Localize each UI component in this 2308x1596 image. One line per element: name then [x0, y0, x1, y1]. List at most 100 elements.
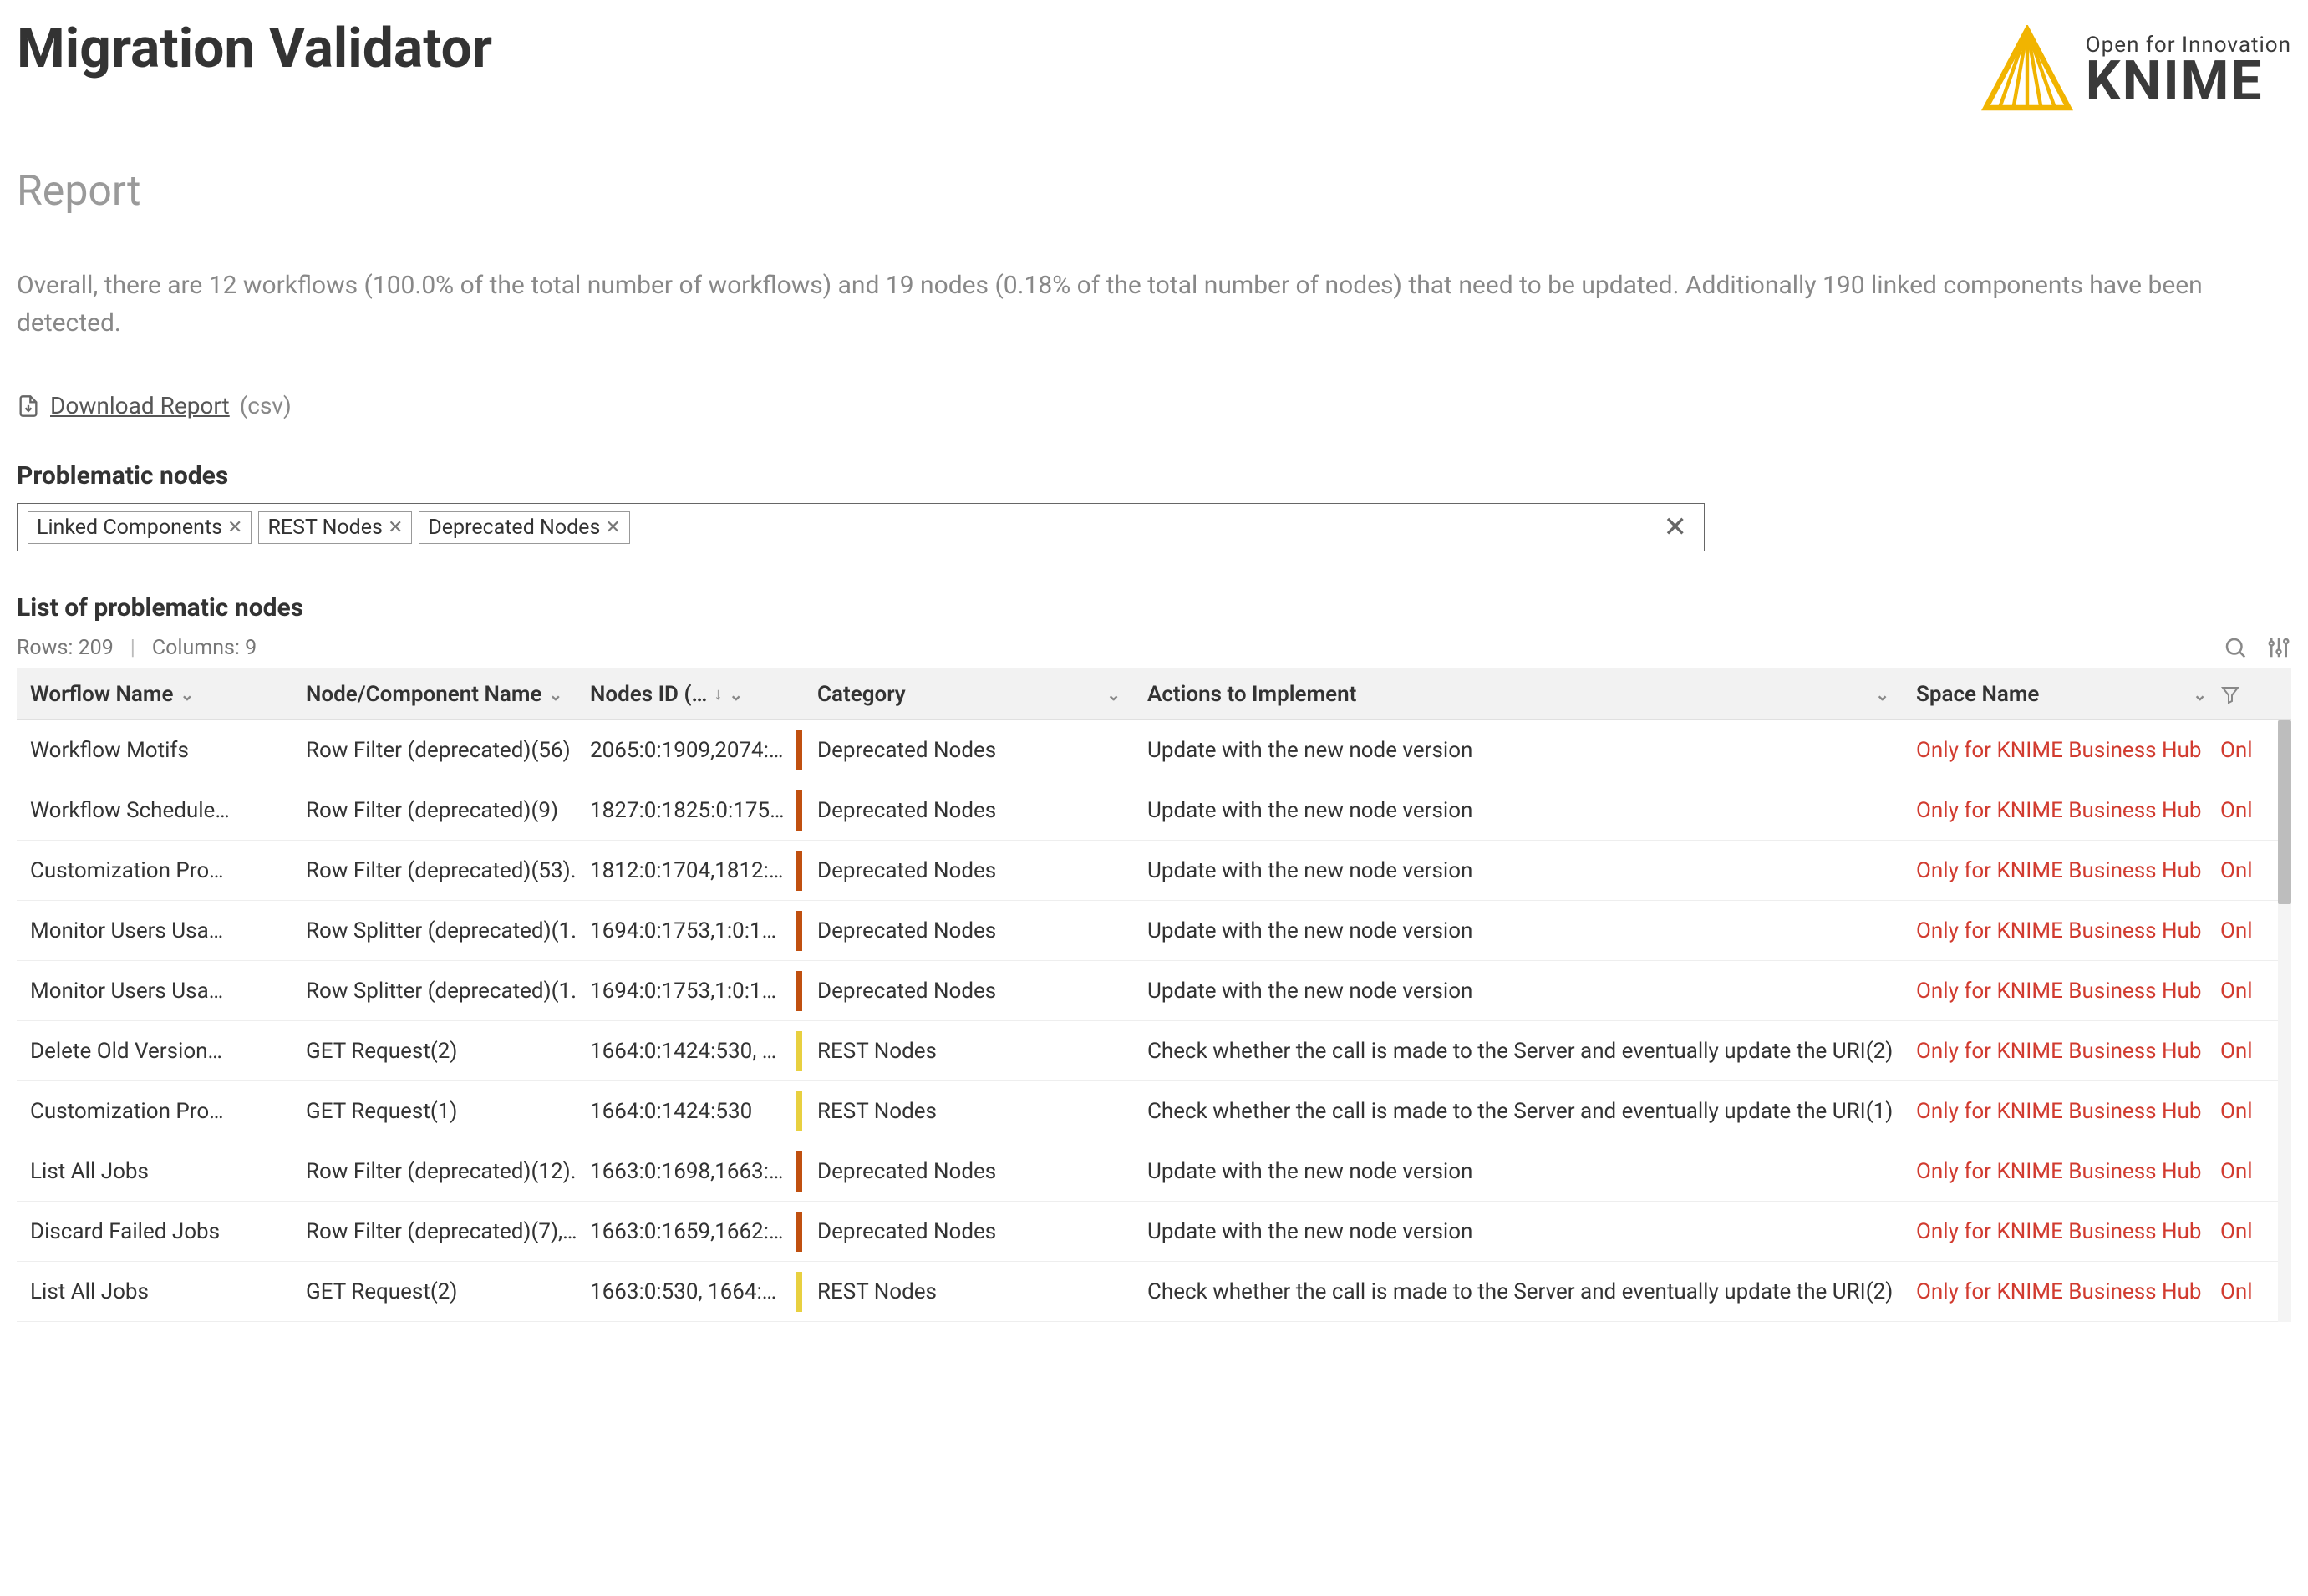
download-report-link[interactable]: Download Report	[50, 392, 230, 419]
cell-ids: 1664:0:1424:530	[577, 1099, 794, 1124]
cell-ids: 1663:0:1698,1663:…	[577, 1159, 794, 1184]
chip-label: REST Nodes	[267, 516, 382, 540]
knime-logo-icon	[1981, 25, 2073, 117]
chevron-down-icon: ⌄	[2193, 684, 2207, 704]
cell-ids: 2065:0:1909,2074:…	[577, 738, 794, 763]
cell-action: Update with the new node version	[1134, 1159, 1903, 1184]
scrollbar-thumb[interactable]	[2278, 720, 2291, 904]
meta-separator: |	[130, 636, 135, 660]
cell-action: Update with the new node version	[1134, 858, 1903, 883]
col-category[interactable]: Category⌄	[804, 682, 1134, 707]
cell-action: Update with the new node version	[1134, 798, 1903, 823]
close-icon[interactable]: ✕	[388, 517, 403, 538]
table-row[interactable]: List All JobsRow Filter (deprecated)(12)…	[17, 1141, 2291, 1202]
cell-category: Deprecated Nodes	[804, 978, 1134, 1004]
cell-space: Only for KNIME Business Hub	[1903, 1159, 2220, 1184]
cell-node: Row Filter (deprecated)(56)	[292, 738, 577, 763]
cell-category: REST Nodes	[804, 1099, 1134, 1124]
cell-category: Deprecated Nodes	[804, 1219, 1134, 1244]
close-icon[interactable]: ✕	[227, 517, 242, 538]
report-heading: Report	[17, 167, 2291, 216]
cell-category: Deprecated Nodes	[804, 798, 1134, 823]
col-nodes-id[interactable]: Nodes ID (…↓⌄	[577, 682, 794, 707]
table-header-row: Worflow Name⌄ Node/Component Name⌄ Nodes…	[17, 668, 2291, 720]
table-row[interactable]: Delete Old Version…GET Request(2)1664:0:…	[17, 1021, 2291, 1081]
cell-node: GET Request(1)	[292, 1099, 577, 1124]
cell-workflow: Monitor Users Usa…	[17, 918, 292, 943]
cell-action: Update with the new node version	[1134, 738, 1903, 763]
download-suffix: (csv)	[240, 392, 292, 419]
table-row[interactable]: Workflow Schedule…Row Filter (deprecated…	[17, 780, 2291, 841]
filter-heading: Problematic nodes	[17, 461, 2291, 490]
cell-node: GET Request(2)	[292, 1279, 577, 1304]
search-icon[interactable]	[2223, 635, 2248, 660]
category-color-bar	[794, 971, 804, 1011]
cell-space: Only for KNIME Business Hub	[1903, 798, 2220, 823]
cell-workflow: Customization Pro…	[17, 1099, 292, 1124]
cell-truncated: Onl	[2220, 1039, 2270, 1064]
cell-category: Deprecated Nodes	[804, 738, 1134, 763]
cell-workflow: Customization Pro…	[17, 858, 292, 883]
col-node-name[interactable]: Node/Component Name⌄	[292, 682, 577, 707]
table-row[interactable]: Customization Pro…GET Request(1)1664:0:1…	[17, 1081, 2291, 1141]
category-color-bar	[794, 1212, 804, 1252]
cell-category: REST Nodes	[804, 1039, 1134, 1064]
cell-category: REST Nodes	[804, 1279, 1134, 1304]
cell-ids: 1812:0:1704,1812:…	[577, 858, 794, 883]
cell-truncated: Onl	[2220, 978, 2270, 1004]
column-filter-icon[interactable]	[2220, 684, 2262, 704]
cell-workflow: List All Jobs	[17, 1159, 292, 1184]
cell-action: Check whether the call is made to the Se…	[1134, 1279, 1903, 1304]
chevron-down-icon: ⌄	[548, 684, 562, 704]
category-color-bar	[794, 1031, 804, 1071]
table-row[interactable]: List All JobsGET Request(2)1663:0:530, 1…	[17, 1262, 2291, 1322]
col-workflow-name[interactable]: Worflow Name⌄	[17, 682, 292, 707]
cell-node: Row Splitter (deprecated)(1…	[292, 918, 577, 943]
cell-ids: 1664:0:1424:530, …	[577, 1039, 794, 1064]
cell-truncated: Onl	[2220, 798, 2270, 823]
page-title: Migration Validator	[17, 17, 492, 81]
table-row[interactable]: Discard Failed JobsRow Filter (deprecate…	[17, 1202, 2291, 1262]
row-count: Rows: 209	[17, 636, 114, 660]
cell-space: Only for KNIME Business Hub	[1903, 738, 2220, 763]
cell-space: Only for KNIME Business Hub	[1903, 1099, 2220, 1124]
cell-ids: 1694:0:1753,1:0:1…	[577, 978, 794, 1004]
clear-all-chips-icon[interactable]: ✕	[1657, 511, 1695, 544]
close-icon[interactable]: ✕	[605, 517, 620, 538]
cell-truncated: Onl	[2220, 858, 2270, 883]
table-row[interactable]: Customization Pro…Row Filter (deprecated…	[17, 841, 2291, 901]
chip-label: Linked Components	[37, 516, 222, 540]
filter-chip-deprecated-nodes[interactable]: Deprecated Nodes✕	[419, 511, 629, 544]
cell-ids: 1694:0:1753,1:0:1…	[577, 918, 794, 943]
cell-node: Row Filter (deprecated)(53)…	[292, 858, 577, 883]
filter-chip-rest-nodes[interactable]: REST Nodes ✕	[258, 511, 412, 544]
cell-workflow: Discard Failed Jobs	[17, 1219, 292, 1244]
cell-action: Update with the new node version	[1134, 1219, 1903, 1244]
cell-category: Deprecated Nodes	[804, 858, 1134, 883]
cell-action: Check whether the call is made to the Se…	[1134, 1099, 1903, 1124]
cell-space: Only for KNIME Business Hub	[1903, 1039, 2220, 1064]
filter-chip-container[interactable]: Linked Components✕ REST Nodes✕ Deprecate…	[17, 503, 1705, 551]
download-file-icon	[17, 394, 40, 418]
cell-node: Row Filter (deprecated)(12)…	[292, 1159, 577, 1184]
cell-space: Only for KNIME Business Hub	[1903, 918, 2220, 943]
cell-workflow: List All Jobs	[17, 1279, 292, 1304]
table-row[interactable]: Workflow MotifsRow Filter (deprecated)(5…	[17, 720, 2291, 780]
category-color-bar	[794, 790, 804, 831]
table-row[interactable]: Monitor Users Usa…Row Splitter (deprecat…	[17, 901, 2291, 961]
problematic-nodes-table: Worflow Name⌄ Node/Component Name⌄ Nodes…	[17, 668, 2291, 1322]
knime-brand: KNIME	[2086, 54, 2291, 109]
cell-ids: 1663:0:1659,1662:…	[577, 1219, 794, 1244]
cell-node: Row Filter (deprecated)(9)	[292, 798, 577, 823]
cell-workflow: Delete Old Version…	[17, 1039, 292, 1064]
table-row[interactable]: Monitor Users Usa…Row Splitter (deprecat…	[17, 961, 2291, 1021]
filter-chip-linked-components[interactable]: Linked Components✕	[28, 511, 252, 544]
chevron-down-icon: ⌄	[180, 684, 194, 704]
col-actions[interactable]: Actions to Implement⌄	[1134, 682, 1903, 707]
cell-ids: 1663:0:530, 1664:…	[577, 1279, 794, 1304]
settings-sliders-icon[interactable]	[2266, 635, 2291, 660]
cell-truncated: Onl	[2220, 1219, 2270, 1244]
cell-category: Deprecated Nodes	[804, 918, 1134, 943]
col-space-name[interactable]: Space Name⌄	[1903, 682, 2220, 707]
knime-logo: Open for Innovation KNIME	[1981, 25, 2291, 117]
